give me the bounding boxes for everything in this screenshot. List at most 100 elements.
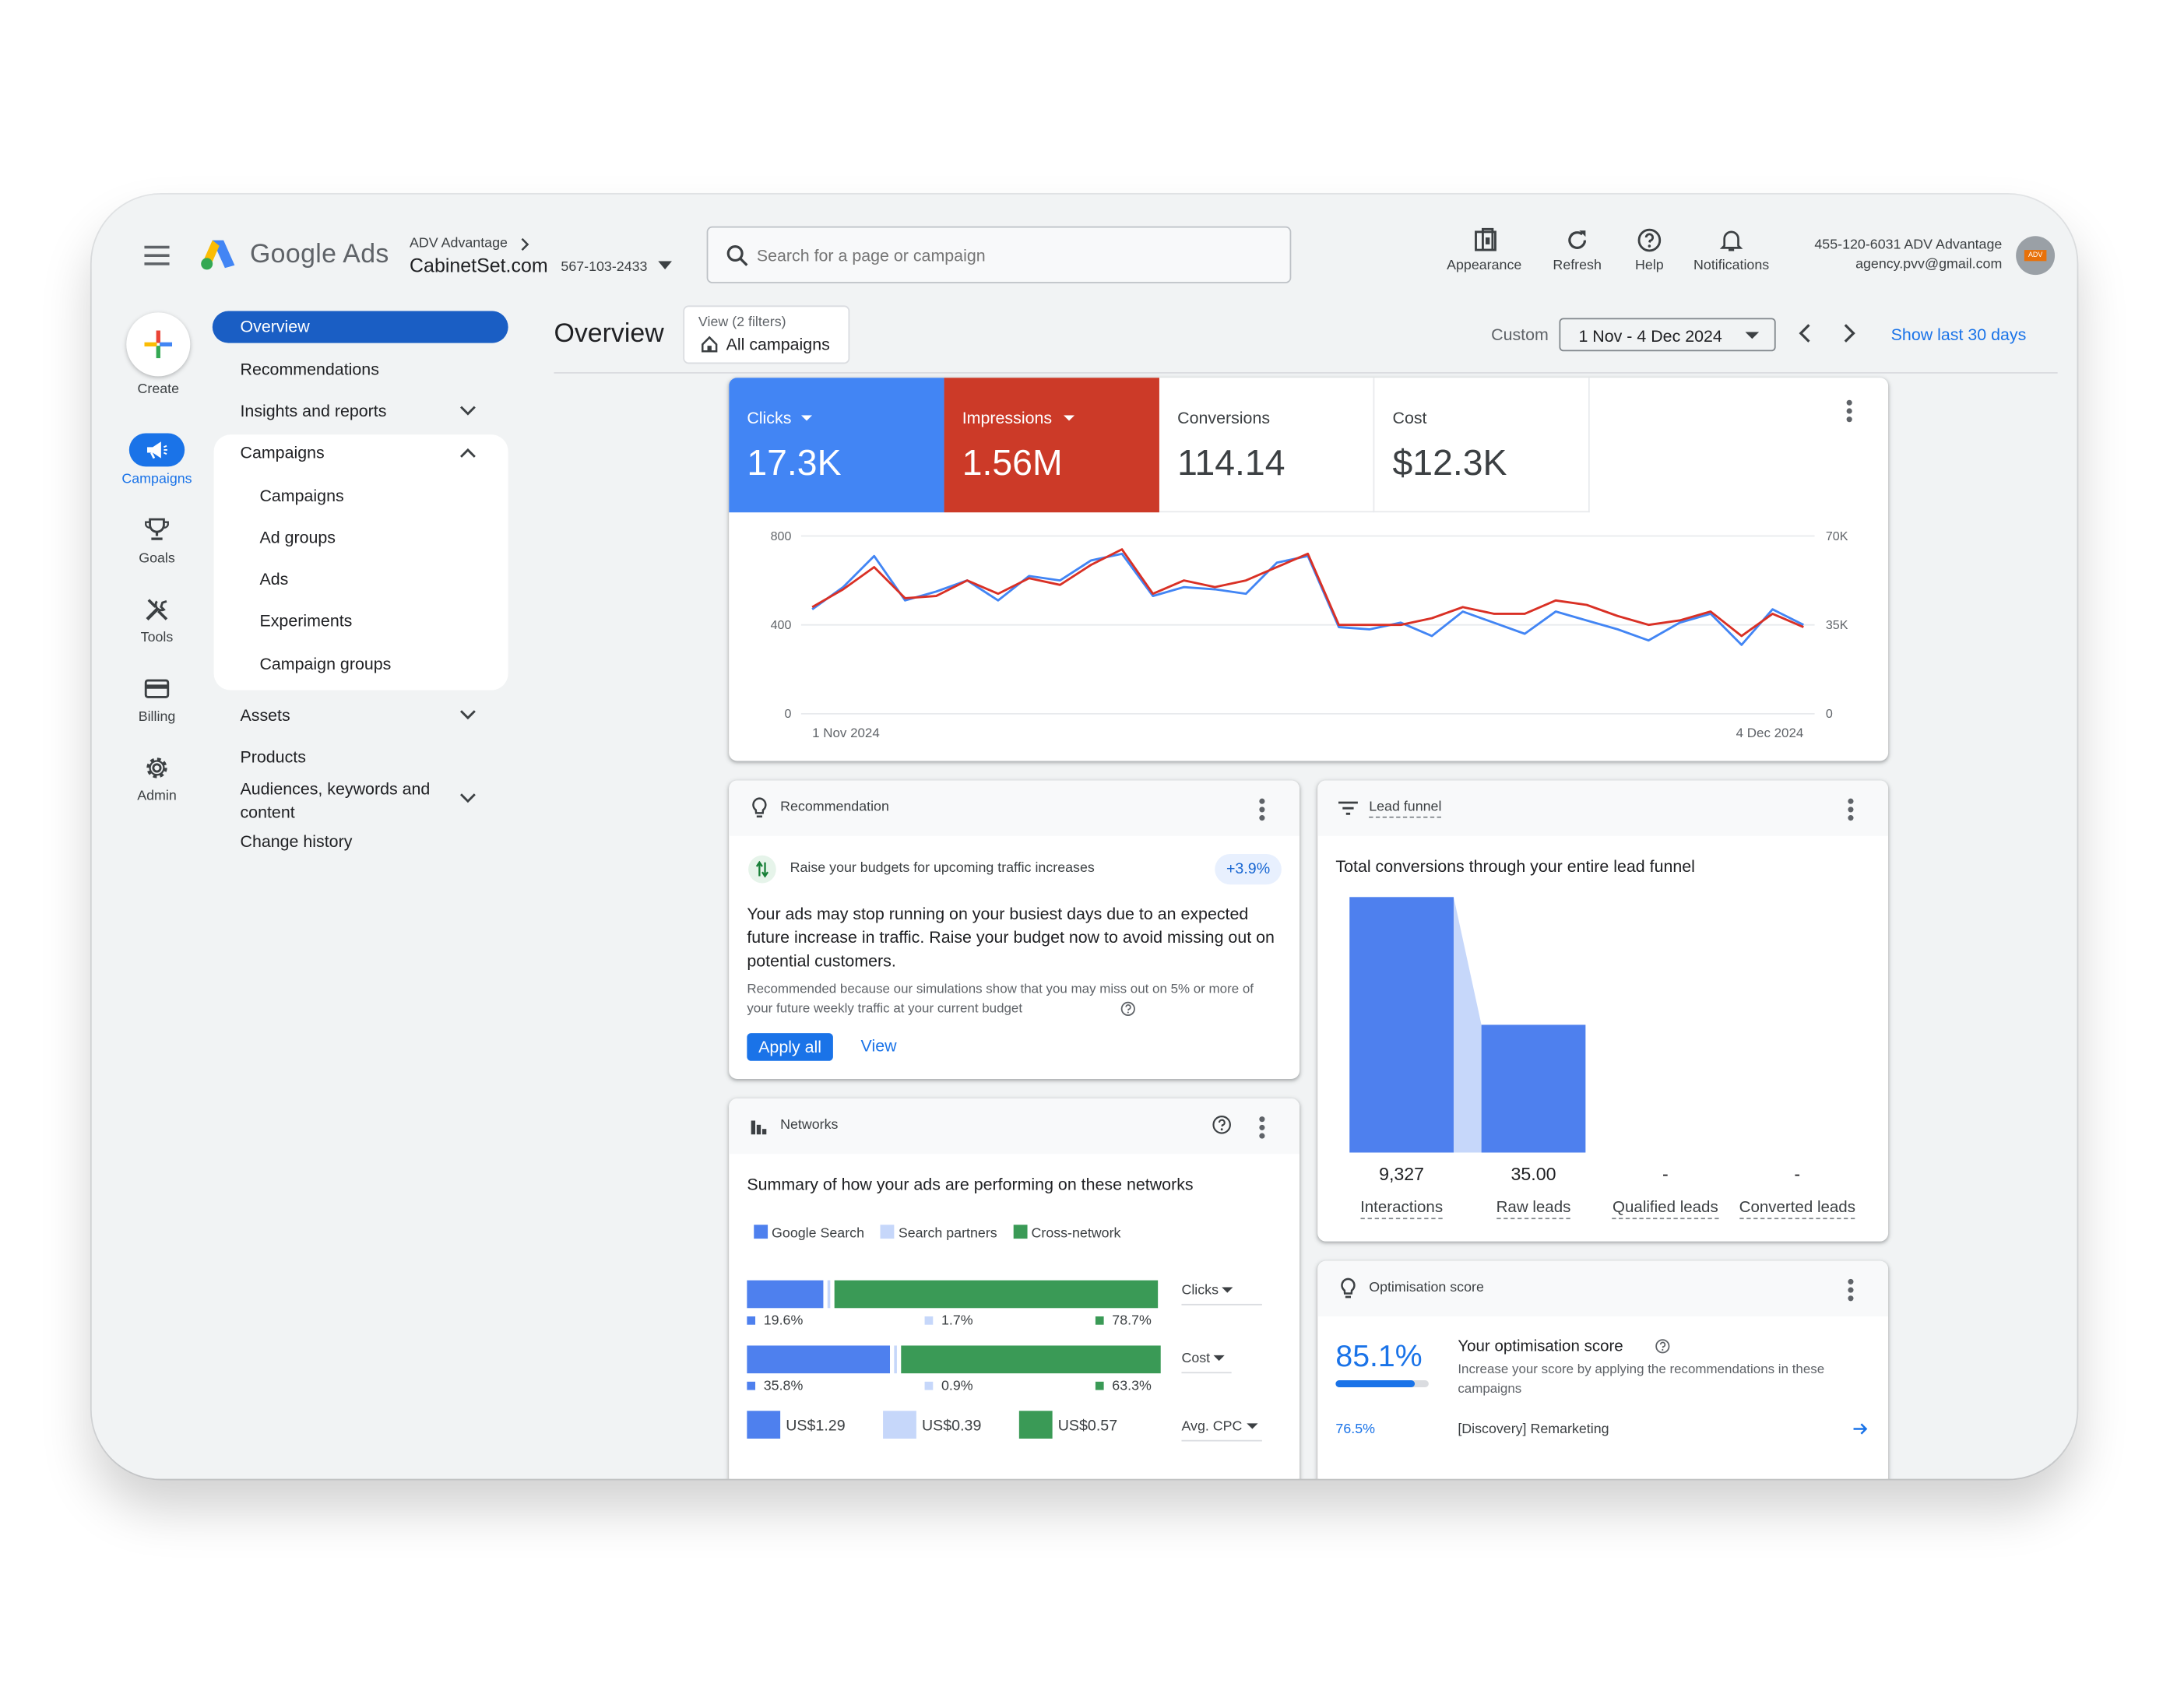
apply-all-button[interactable]: Apply all [747,1033,833,1061]
funnel-connector [1453,897,1482,1153]
nav-insights[interactable]: Insights and reports [240,402,386,421]
chevron-up-icon[interactable] [459,447,476,458]
notifications-button[interactable]: Notifications [1683,228,1780,278]
avg-cpc-metric-select[interactable]: Avg. CPC [1181,1416,1262,1442]
help-label: Help [1635,258,1664,274]
search-input[interactable] [756,241,1271,270]
recommendation-item-title[interactable]: Raise your budgets for upcoming traffic … [790,861,1095,877]
funnel-bar-interactions [1349,897,1454,1153]
chevron-down-icon[interactable] [459,406,476,416]
metric-cost[interactable]: Cost $12.3K [1374,378,1590,513]
rail-campaigns[interactable] [128,433,185,467]
nav-sub-ads[interactable]: Ads [259,569,288,589]
networks-card: Networks Summary of how your ads are per… [729,1098,1300,1479]
campaign-name[interactable]: [Discovery] Remarketing [1458,1422,1609,1438]
arrow-right-icon[interactable] [1853,1422,1869,1436]
metric-impressions[interactable]: Impressions 1.56M [944,378,1159,513]
avatar[interactable]: ADV [2016,236,2056,276]
funnel-label-converted-leads[interactable]: Converted leads [1732,1200,1863,1220]
header-divider [554,372,2058,374]
nav-campaigns-group[interactable]: Campaigns [240,443,324,462]
metric-dropdown-icon[interactable] [1063,415,1075,421]
cost-google-search-value: 35.8% [747,1379,803,1394]
help-icon[interactable] [1655,1339,1671,1355]
more-options-icon[interactable] [1848,1278,1854,1302]
funnel-value-qualified-leads: - [1662,1163,1669,1185]
chevron-down-icon[interactable] [459,709,476,720]
bar-segment [747,1280,824,1309]
user-line-2[interactable]: agency.pvv@gmail.com [1780,257,2002,272]
cost-metric-select[interactable]: Cost [1181,1348,1232,1374]
cpc-google-search: US$1.29 [747,1411,846,1439]
view-filter-value: All campaigns [726,334,830,354]
cost-split-bar [747,1345,1162,1374]
nav-sub-experiments[interactable]: Experiments [259,611,352,631]
gear-icon[interactable] [144,755,169,780]
create-button[interactable] [126,312,191,377]
help-icon[interactable] [1212,1115,1232,1134]
nav-sub-ad-groups[interactable]: Ad groups [259,528,336,547]
clicks-google-search-value: 19.6% [747,1313,803,1329]
metric-conversions[interactable]: Conversions 114.14 [1159,378,1375,513]
nav-overview-label: Overview [240,316,310,336]
series-line-clicks [811,552,1804,646]
nav-audiences[interactable]: Audiences, keywords and content [240,778,448,825]
y-left-tick-label: 0 [784,707,791,721]
score-progress-track [1335,1380,1429,1387]
clicks-metric-select[interactable]: Clicks [1181,1281,1262,1306]
nav-overview[interactable]: Overview [212,311,508,343]
info-icon[interactable] [1120,1001,1136,1017]
hamburger-menu-icon[interactable] [144,245,170,265]
nav-change-history[interactable]: Change history [240,831,352,851]
help-button[interactable]: Help [1624,228,1674,278]
account-name[interactable]: CabinetSet.com [410,254,548,276]
metric-dropdown-icon[interactable] [800,415,813,421]
user-line-1[interactable]: 455-120-6031 ADV Advantage [1780,237,2002,253]
legend-search-partners: Search partners [898,1226,997,1242]
metric-clicks-label: Clicks [747,408,792,428]
legend-swatch-cross-network [1013,1225,1028,1239]
show-last-30-days-link[interactable]: Show last 30 days [1891,325,2027,344]
lead-funnel-header[interactable]: Lead funnel [1369,800,1442,818]
view-filter-label: View (2 filters) [698,315,786,331]
date-range-picker[interactable]: 1 Nov - 4 Dec 2024 [1559,318,1776,352]
trophy-icon[interactable] [144,517,169,542]
funnel-label-qualified-leads[interactable]: Qualified leads [1599,1200,1731,1220]
next-period-icon[interactable] [1842,324,1856,343]
account-dropdown-icon[interactable] [658,261,673,270]
more-options-icon[interactable] [1848,798,1854,821]
refresh-button[interactable]: Refresh [1544,228,1611,278]
account-parent[interactable]: ADV Advantage [410,236,508,251]
x-start-label: 1 Nov 2024 [812,726,880,740]
view-recommendation-link[interactable]: View [861,1036,897,1056]
funnel-label-raw-leads[interactable]: Raw leads [1468,1200,1599,1220]
funnel-value-raw-leads: 35.00 [1511,1163,1556,1185]
bar-chart-icon [751,1120,767,1135]
more-options-icon[interactable] [1259,1116,1265,1139]
credit-card-icon[interactable] [144,677,170,700]
legend-swatch-search-partners [881,1225,895,1239]
appearance-button[interactable]: Appearance [1438,227,1530,278]
product-name[interactable]: Google Ads [250,241,389,271]
nav-sub-campaigns[interactable]: Campaigns [259,486,343,505]
nav-recommendations[interactable]: Recommendations [240,360,378,379]
google-ads-logo-icon[interactable] [200,237,236,271]
nav-products[interactable]: Products [240,747,305,767]
goals-label: Goals [139,551,175,567]
nav-assets[interactable]: Assets [240,705,290,725]
legend-cross-network: Cross-network [1031,1226,1121,1242]
billing-label: Billing [138,709,176,726]
metric-clicks[interactable]: Clicks 17.3K [729,378,944,513]
funnel-label-interactions[interactable]: Interactions [1335,1200,1467,1220]
search-box[interactable] [706,226,1292,283]
performance-chart: 800 70K 400 35K 0 0 1 Nov 2024 4 Dec 2024 [771,529,1848,740]
view-filter-button[interactable]: View (2 filters) All campaigns [683,305,850,364]
nav-sub-campaign-groups[interactable]: Campaign groups [259,654,391,673]
lightbulb-icon [1341,1277,1356,1299]
more-options-icon[interactable] [1846,399,1852,423]
previous-period-icon[interactable] [1798,324,1812,343]
more-options-icon[interactable] [1259,798,1265,821]
chevron-down-icon[interactable] [459,793,476,804]
tools-icon[interactable] [144,597,169,622]
account-id[interactable]: 567-103-2433 [561,260,647,276]
